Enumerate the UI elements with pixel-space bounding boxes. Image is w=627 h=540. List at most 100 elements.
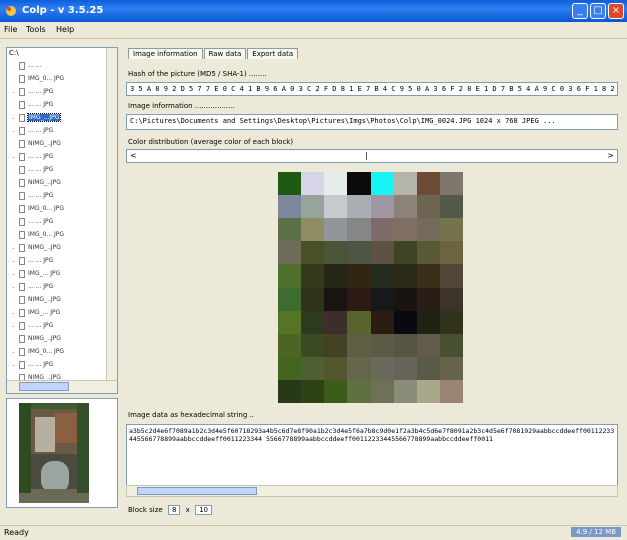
tree-item-label: ... ... JPG	[28, 101, 54, 108]
tree-item[interactable]: IMG_0... JPG	[10, 231, 102, 242]
tree-item[interactable]: ... ...	[10, 62, 102, 73]
raw-data-textarea[interactable]: a3b5c2d4e6f7089a1b2c3d4e5f60718293a4b5c6…	[126, 424, 618, 494]
tree-expander-icon[interactable]: -	[10, 310, 17, 317]
tree-item[interactable]: - ... ... JPG	[10, 127, 102, 138]
mosaic-cell	[347, 310, 371, 334]
block-width-input[interactable]: 8	[167, 505, 181, 515]
image-preview	[6, 398, 118, 508]
tree-item[interactable]: - ... ... JPG	[10, 88, 102, 99]
tree-item[interactable]: NIMG_..JPG	[10, 335, 102, 346]
tree-expander-icon[interactable]: -	[10, 362, 17, 369]
menu-tools[interactable]: Tools	[26, 25, 46, 34]
mosaic-cell	[416, 333, 440, 357]
tab-raw-data[interactable]: Raw data	[203, 48, 247, 59]
tree-expander-icon[interactable]: -	[10, 89, 17, 96]
file-icon	[19, 114, 25, 122]
maximize-button[interactable]: □	[590, 3, 606, 19]
tree-item[interactable]: - IMG_... JPG	[10, 309, 102, 320]
mosaic-cell	[324, 333, 348, 357]
mosaic-cell	[370, 218, 394, 242]
description-label: Image information ..................	[128, 102, 235, 110]
tree-item[interactable]: NIMG_..JPG	[10, 179, 102, 190]
mosaic-cell	[347, 195, 371, 219]
tree-expander-icon[interactable]: -	[10, 154, 17, 161]
tree-item[interactable]: - ... ... JPG	[10, 361, 102, 372]
memory-indicator[interactable]: 4.9 / 12 MB	[571, 527, 621, 537]
color-ruler[interactable]: < | >	[126, 149, 618, 163]
tree-expander-icon[interactable]: -	[10, 258, 17, 265]
file-icon	[19, 88, 25, 96]
block-height-input[interactable]: 10	[195, 505, 212, 515]
ruler-right-arrow[interactable]: >	[607, 151, 614, 160]
tree-item[interactable]: ... ... JPG	[10, 192, 102, 203]
mosaic-cell	[347, 287, 371, 311]
tree-item[interactable]: - IMG_0... JPG	[10, 348, 102, 359]
mosaic-cell	[370, 195, 394, 219]
mosaic-cell	[278, 379, 302, 403]
tree-horizontal-scrollbar[interactable]	[7, 380, 117, 393]
mosaic-cell	[301, 356, 325, 380]
tree-item[interactable]: - ... ... JPG	[10, 322, 102, 333]
tree-item[interactable]: NIMG_..JPG	[10, 140, 102, 151]
raw-data-scroll-thumb[interactable]	[137, 487, 257, 495]
mosaic-cell	[278, 264, 302, 288]
tree-expander-icon[interactable]: -	[10, 323, 17, 330]
tab-export-data[interactable]: Export data	[247, 48, 299, 59]
tree-item[interactable]: - IMG_...JPG	[10, 113, 102, 125]
tree-item[interactable]: IMG_0... JPG	[10, 205, 102, 216]
tree-item[interactable]: ... ... JPG	[10, 218, 102, 229]
tree-item-label: ... ... JPG	[28, 166, 54, 173]
tree-item[interactable]: - IMG_... JPG	[10, 270, 102, 281]
menu-help[interactable]: Help	[56, 25, 74, 34]
minimize-button[interactable]: _	[572, 3, 588, 19]
tree-item[interactable]: - ... ... JPG	[10, 153, 102, 164]
mosaic-cell	[393, 264, 417, 288]
tree-expander-icon[interactable]: -	[10, 128, 17, 135]
tree-expander-icon[interactable]: -	[10, 271, 17, 278]
tree-item[interactable]: - NIMG_..JPG	[10, 244, 102, 255]
tree-item-label: ... ... JPG	[28, 322, 54, 329]
color-mosaic	[278, 172, 463, 403]
file-icon	[19, 231, 25, 239]
ruler-marker[interactable]: |	[365, 151, 368, 160]
ruler-left-arrow[interactable]: <	[130, 151, 137, 160]
mosaic-cell	[439, 195, 463, 219]
description-field[interactable]: C:\Pictures\Documents and Settings\Deskt…	[126, 114, 618, 130]
tree-item[interactable]: IMG_0... JPG	[10, 75, 102, 86]
file-tree[interactable]: C:\ ... ... IMG_0... JPG - ... ... JPG ... .…	[6, 47, 118, 394]
tree-item-label: ... ... JPG	[28, 218, 54, 225]
file-icon	[19, 257, 25, 265]
tree-item[interactable]: ... ... JPG	[10, 101, 102, 112]
menu-file[interactable]: File	[4, 25, 17, 34]
hash-label: Hash of the picture (MD5 / SHA-1) ......…	[128, 70, 267, 78]
status-text: Ready	[4, 528, 29, 537]
mosaic-cell	[439, 379, 463, 403]
close-button[interactable]: ×	[608, 3, 624, 19]
tab-image-information[interactable]: Image information	[128, 48, 203, 59]
tree-item[interactable]: - ... ... JPG	[10, 283, 102, 294]
app-icon	[6, 6, 16, 16]
tree-expander-icon[interactable]: -	[10, 349, 17, 356]
tree-expander-icon[interactable]: -	[10, 115, 17, 122]
tree-root[interactable]: C:\	[9, 49, 19, 57]
tree-expander-icon[interactable]: -	[10, 284, 17, 291]
raw-data-scrollbar[interactable]	[126, 485, 618, 497]
file-icon	[19, 192, 25, 200]
mosaic-cell	[301, 379, 325, 403]
mosaic-cell	[416, 241, 440, 265]
file-icon	[19, 75, 25, 83]
tree-item-label: ... ... JPG	[28, 283, 54, 290]
tree-item[interactable]: - ... ... JPG	[10, 257, 102, 268]
mosaic-cell	[416, 379, 440, 403]
tree-expander-icon[interactable]: -	[10, 245, 17, 252]
file-icon	[19, 348, 25, 356]
mosaic-cell	[278, 287, 302, 311]
tree-item[interactable]: NIMG_..JPG	[10, 296, 102, 307]
mosaic-cell	[301, 287, 325, 311]
file-icon	[19, 62, 25, 70]
tree-vertical-scrollbar[interactable]	[106, 48, 117, 381]
tree-scroll-thumb[interactable]	[19, 382, 69, 391]
tree-item[interactable]: ... ... JPG	[10, 166, 102, 177]
hash-field[interactable]: 3 5 A 8 9 2 D 5 7 7 E 0 C 4 1 B 9 6 A 0 …	[126, 82, 618, 96]
mosaic-cell	[393, 310, 417, 334]
